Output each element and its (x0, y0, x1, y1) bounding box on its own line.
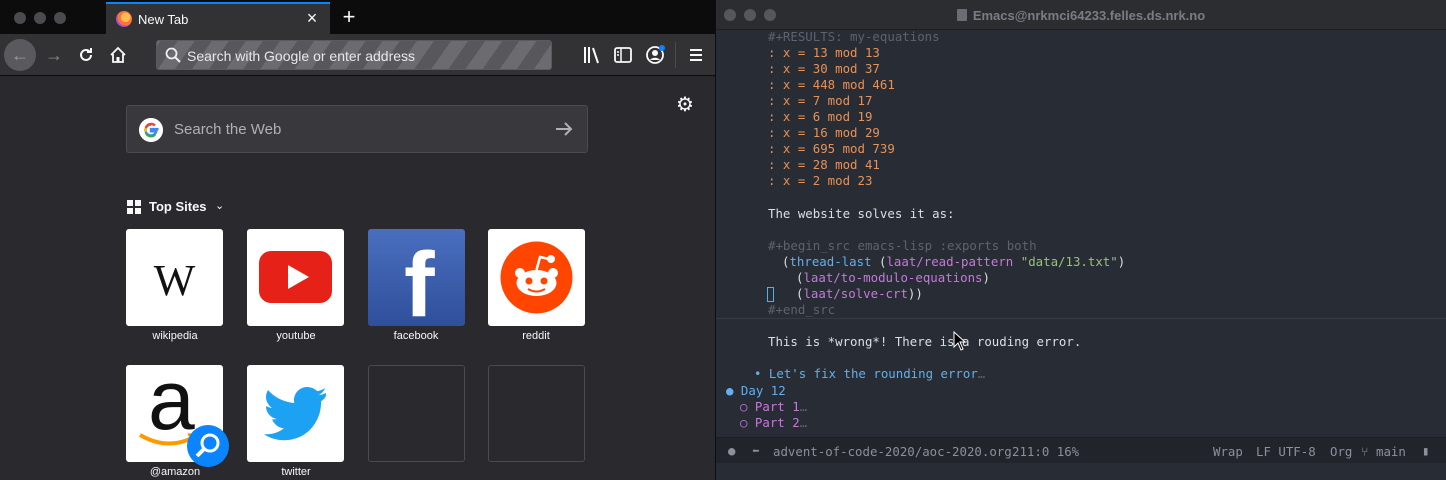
top-site-label: reddit (522, 330, 550, 342)
window-title: Emacs@nrkmci64233.felles.ds.nrk.no (716, 8, 1446, 23)
top-site-label: wikipedia (152, 330, 198, 342)
heading-part-2[interactable]: ○ Part 2… (740, 415, 807, 431)
emacs-window: Emacs@nrkmci64233.felles.ds.nrk.no #+RES… (716, 0, 1446, 480)
navigation-toolbar: ← → Search with Google or enter address (0, 34, 715, 76)
zoom-window-button[interactable] (54, 12, 66, 24)
top-site-youtube[interactable] (247, 229, 344, 326)
facebook-logo-icon: f (404, 234, 435, 326)
git-branch: main (1376, 444, 1406, 459)
web-search-placeholder: Search the Web (174, 121, 282, 138)
begin-src-keyword: #+begin_src emacs-lisp :exports both (768, 238, 1037, 253)
heading-day-12[interactable]: ● Day 12 (726, 383, 786, 399)
wikipedia-logo-icon: W (153, 256, 196, 305)
toolbar-divider (675, 42, 676, 68)
top-site-empty[interactable] (488, 365, 585, 462)
firefox-window: New Tab × + ← → Search with Google or en… (0, 0, 715, 480)
top-site-label: twitter (281, 466, 311, 478)
home-button[interactable] (102, 39, 134, 71)
current-line-highlight (716, 318, 1446, 319)
home-icon (110, 46, 126, 63)
top-site-label: @amazon (149, 466, 201, 478)
hamburger-menu-icon[interactable] (684, 43, 708, 67)
reload-button[interactable] (70, 39, 102, 71)
emacs-titlebar: Emacs@nrkmci64233.felles.ds.nrk.no (716, 0, 1446, 30)
tab-new-tab[interactable]: New Tab × (106, 2, 330, 34)
echo-area (716, 463, 1446, 480)
git-branch-icon: ⑂ (1361, 444, 1369, 459)
new-tab-page: ⚙ Search the Web Top Sites ⌄ W wikipedia (0, 77, 715, 480)
twitter-logo-icon (264, 387, 326, 441)
close-tab-icon[interactable]: × (302, 7, 322, 29)
top-site-facebook[interactable]: f (368, 229, 465, 326)
window-title-text: Emacs@nrkmci64233.felles.ds.nrk.no (972, 8, 1206, 23)
forward-button[interactable]: → (38, 39, 70, 71)
result-line: : x = 695 mod 739 (768, 141, 895, 156)
top-site-label: youtube (276, 330, 316, 342)
search-shortcut-badge-icon (187, 425, 229, 467)
result-line: : x = 30 mod 37 (768, 61, 880, 76)
reddit-logo-icon (500, 241, 573, 314)
url-bar[interactable]: Search with Google or enter address (156, 40, 552, 70)
file-arrow-icon: ⬅ (752, 443, 760, 458)
heading-part-1[interactable]: ○ Part 1… (740, 399, 807, 415)
result-line: : x = 7 mod 17 (768, 93, 873, 108)
reload-icon (80, 48, 92, 61)
youtube-logo-icon (259, 251, 332, 303)
close-window-button[interactable] (14, 12, 26, 24)
top-sites-label: Top Sites (149, 199, 207, 214)
major-mode: Org (1330, 444, 1353, 459)
result-line: : x = 16 mod 29 (768, 125, 880, 140)
wrap-indicator: Wrap (1213, 444, 1243, 459)
chevron-down-icon: ⌄ (215, 200, 225, 212)
buffer-file-name: advent-of-code-2020/aoc-2020.org (773, 444, 1012, 459)
modified-indicator-icon: ● (728, 443, 736, 458)
tab-title: New Tab (138, 12, 189, 27)
url-bar-placeholder: Search with Google or enter address (187, 48, 416, 64)
code-line: (laat/to-modulo-equations) (796, 270, 990, 285)
web-search-box[interactable]: Search the Web (126, 105, 588, 153)
heading-item: • Let's fix the rounding error… (754, 366, 986, 381)
cursor-position: 211:0 16% (1012, 444, 1080, 459)
top-site-wikipedia[interactable]: W (126, 229, 223, 326)
document-icon: ▮ (1422, 443, 1430, 458)
result-line: : x = 13 mod 13 (768, 45, 880, 60)
result-line: : x = 448 mod 461 (768, 77, 895, 92)
top-site-twitter[interactable] (247, 365, 344, 462)
result-line: : x = 2 mod 23 (768, 173, 873, 188)
firefox-logo-icon (116, 11, 132, 27)
encoding-indicator: LF UTF-8 (1256, 444, 1316, 459)
gear-icon[interactable]: ⚙ (674, 94, 696, 116)
grid-icon (127, 200, 141, 214)
minimize-window-button[interactable] (34, 12, 46, 24)
code-line: (laat/solve-crt)) (796, 286, 923, 301)
mouse-pointer-icon (953, 331, 967, 351)
paragraph-text: The website solves it as: (768, 206, 955, 221)
sidebar-icon[interactable] (611, 43, 635, 67)
top-site-reddit[interactable] (488, 229, 585, 326)
paragraph-text: This is *wrong*! There is a rouding erro… (768, 334, 1082, 349)
code-line: (thread-last (laat/read-pattern "data/13… (782, 254, 1126, 269)
end-src-keyword: #+end_src (768, 302, 836, 317)
top-site-empty[interactable] (368, 365, 465, 462)
back-button[interactable]: ← (4, 39, 36, 71)
library-icon[interactable] (580, 43, 604, 67)
top-site-label: facebook (393, 330, 439, 342)
new-tab-button[interactable]: + (337, 2, 361, 32)
org-buffer[interactable]: #+RESULTS: my-equations : x = 13 mod 13 … (716, 29, 1446, 436)
account-icon[interactable] (643, 43, 667, 67)
google-icon (139, 118, 163, 142)
mode-line: ● ⬅ advent-of-code-2020/aoc-2020.org 211… (716, 437, 1446, 463)
result-line: : x = 28 mod 41 (768, 157, 880, 172)
result-line: : x = 6 mod 19 (768, 109, 873, 124)
search-icon (165, 47, 181, 63)
tab-bar: New Tab × + (0, 0, 715, 34)
text-cursor (767, 287, 774, 302)
arrow-right-icon[interactable] (553, 118, 575, 140)
results-keyword: #+RESULTS: my-equations (768, 29, 940, 44)
document-icon (956, 9, 967, 21)
